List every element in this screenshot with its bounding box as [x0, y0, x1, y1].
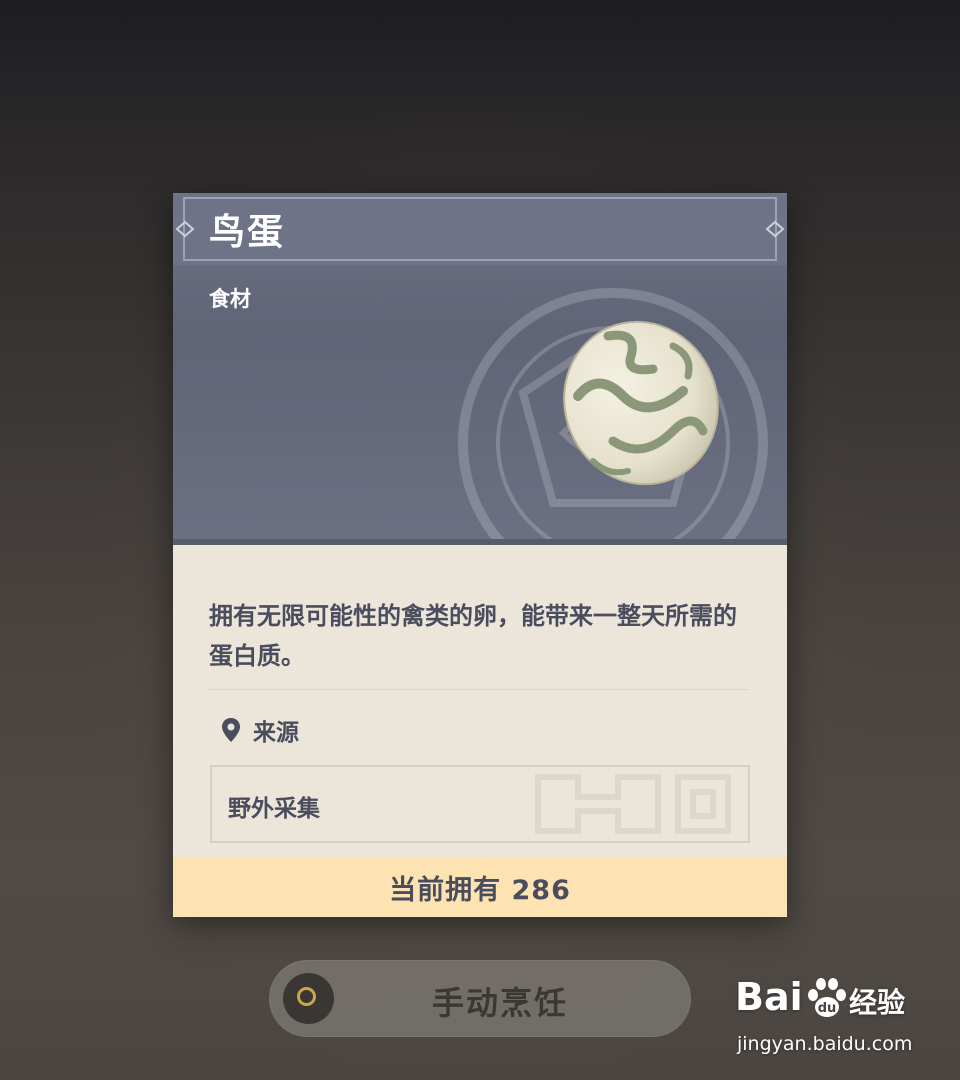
source-heading-row: 来源 — [221, 713, 299, 747]
location-pin-icon — [222, 718, 240, 742]
manual-cook-button[interactable]: 手动烹饪 — [269, 960, 691, 1037]
egg-icon — [563, 320, 719, 486]
item-header-panel: 鸟蛋 食材 — [173, 193, 787, 545]
decorative-pattern — [535, 774, 731, 834]
owned-count: 当前拥有 286 — [389, 875, 571, 906]
source-heading: 来源 — [253, 720, 299, 746]
source-value: 野外采集 — [228, 796, 320, 822]
title-bar: 鸟蛋 — [173, 193, 787, 265]
manual-cook-label: 手动烹饪 — [431, 984, 568, 1022]
item-detail-card: 鸟蛋 食材 拥有无限可能性的禽类的卵，能带来一整天所需的蛋白质。 来源 野外采集… — [173, 193, 787, 917]
paw-icon: du — [808, 978, 846, 1017]
title-ornament-left-icon — [175, 220, 195, 238]
baidu-jingyan-watermark: Bai du 经验 jingyan.baidu.com — [735, 975, 925, 1065]
watermark-url: jingyan.baidu.com — [737, 1033, 913, 1055]
item-description: 拥有无限可能性的禽类的卵，能带来一整天所需的蛋白质。 — [209, 602, 737, 670]
owned-count-bar: 当前拥有 286 — [173, 858, 787, 917]
title-ornament-right-icon — [765, 220, 785, 238]
source-entry[interactable]: 野外采集 — [210, 765, 750, 843]
item-category: 食材 — [209, 287, 251, 311]
item-title: 鸟蛋 — [209, 212, 286, 253]
header-divider — [173, 539, 787, 545]
svg-text:du: du — [818, 1001, 837, 1016]
description-divider — [209, 689, 749, 690]
watermark-logo-cn: 经验 — [849, 986, 906, 1019]
watermark-logo-text: Bai — [735, 975, 803, 1019]
